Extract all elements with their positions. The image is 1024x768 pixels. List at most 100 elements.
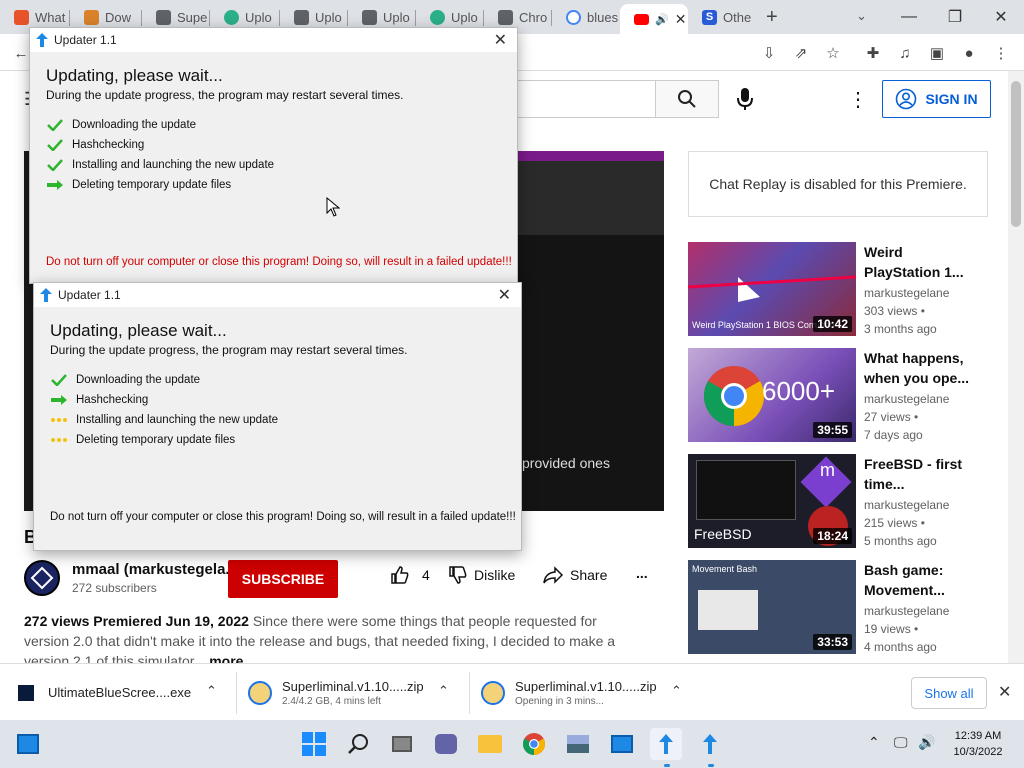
new-tab-button[interactable]: + [766,6,778,29]
dialog-close-button[interactable]: ✕ [498,285,511,305]
restore-button[interactable]: ❐ [932,0,978,34]
close-downloads-bar-icon[interactable]: ✕ [998,682,1011,702]
microphone-icon[interactable] [735,87,755,116]
bookmark-star-icon[interactable]: ☆ [822,42,844,64]
download-options-chevron-icon[interactable]: ⌃ [438,683,449,699]
search-button[interactable] [655,80,719,118]
step-label: Downloading the update [72,119,197,131]
page-scrollbar[interactable] [1008,71,1024,663]
tab-close-icon[interactable]: ✕ [675,11,687,28]
sign-in-button[interactable]: SIGN IN [882,80,991,118]
like-button[interactable]: 4 [390,565,430,585]
download-name: Superliminal.v1.10.....zip [282,678,424,694]
network-icon[interactable]: 🖵 [894,734,908,751]
tab-favicon [224,9,239,25]
share-icon[interactable]: ⇗ [790,42,812,64]
updater-taskbar-icon[interactable] [650,728,682,760]
dialog-title-bar[interactable]: Updater 1.1 [34,283,521,307]
download-item[interactable]: Superliminal.v1.10.....zip 2.4/4.2 GB, 4… [248,664,468,721]
profile-icon[interactable]: ● [958,42,980,64]
tab-search-icon[interactable]: ⌄ [856,8,867,24]
search-input[interactable] [505,80,655,118]
show-hidden-icons-chevron-icon[interactable]: ⌃ [868,734,880,751]
thumbs-down-icon [449,566,467,584]
more-actions-button[interactable]: ... [636,565,648,581]
tab-label: What [35,9,66,25]
video-duration: 18:24 [813,528,852,544]
settings-menu-icon[interactable]: ⋮ [848,87,868,112]
video-channel[interactable]: markustegelane [864,286,949,300]
taskbar-search-icon[interactable] [342,728,374,760]
video-channel[interactable]: markustegelane [864,498,949,512]
step-label: Installing and launching the new update [72,159,275,171]
video-age: 4 months ago [864,640,937,654]
minimize-button[interactable]: — [886,0,932,34]
video-views: 215 views • [864,516,925,530]
recommended-video[interactable]: Movement Bash 33:53 Bash game: Movement.… [688,560,1008,654]
recommended-video[interactable]: Weird PlayStation 1 BIOS Corruptio 10:42… [688,242,1008,336]
side-panel-icon[interactable]: ▣ [926,42,948,64]
clock[interactable]: 12:39 AM 10/3/2022 [950,728,1006,760]
close-window-button[interactable]: ✕ [978,0,1024,34]
download-options-chevron-icon[interactable]: ⌃ [206,683,217,699]
video-thumbnail[interactable]: Weird PlayStation 1 BIOS Corruptio 10:42 [688,242,856,336]
video-duration: 39:55 [813,422,852,438]
share-button[interactable]: Share [542,565,607,585]
video-description[interactable]: 272 views Premiered Jun 19, 2022 Since t… [24,611,624,663]
widgets-icon[interactable] [12,728,44,760]
file-explorer-icon[interactable] [474,728,506,760]
tab-favicon [430,9,445,25]
subscribe-button[interactable]: SUBSCRIBE [228,560,338,598]
dislike-button[interactable]: Dislike [448,565,515,585]
video-title[interactable]: FreeBSD - first time... [864,454,974,494]
show-all-downloads-button[interactable]: Show all [911,677,987,709]
volume-icon[interactable]: 🔊 [918,734,935,751]
video-thumbnail[interactable]: m FreeBSD 18:24 [688,454,856,548]
scrollbar-thumb[interactable] [1011,81,1021,227]
video-title[interactable]: Weird PlayStation 1... [864,242,974,282]
video-thumbnail[interactable]: Movement Bash 33:53 [688,560,856,654]
teams-chat-icon[interactable] [430,728,462,760]
app-window-icon[interactable] [606,728,638,760]
video-channel[interactable]: markustegelane [864,392,949,406]
download-name: UltimateBlueScree....exe [48,685,192,700]
updater-taskbar-icon[interactable] [694,728,726,760]
windows-start-icon[interactable] [298,728,330,760]
tab[interactable]: S Othe [688,4,756,30]
tab-favicon [14,9,29,25]
step-label: Hashchecking [72,139,145,151]
photos-app-icon[interactable] [562,728,594,760]
dialog-title-bar[interactable]: Updater 1.1 [30,28,517,52]
update-step: Hashchecking [46,138,144,152]
download-item[interactable]: UltimateBlueScree....exe ⌃ [18,664,236,721]
task-view-icon[interactable] [386,728,418,760]
speaker-icon[interactable]: 🔊 [655,13,669,26]
video-channel[interactable]: markustegelane [864,604,949,618]
install-app-icon[interactable]: ⇩ [758,42,780,64]
dialog-close-button[interactable]: ✕ [494,30,507,50]
video-title[interactable]: Bash game: Movement... [864,560,974,600]
extensions-icon[interactable]: ✚ [862,42,884,64]
video-thumbnail[interactable]: 6000+ 39:55 [688,348,856,442]
description-more-link[interactable]: more [209,653,243,663]
browser-menu-icon[interactable]: ⋮ [990,42,1012,64]
updater-arrow-icon [40,288,52,302]
video-title[interactable]: What happens, when you ope... [864,348,974,388]
recommended-video[interactable]: m FreeBSD 18:24 FreeBSD - first time... … [688,454,1008,548]
download-options-chevron-icon[interactable]: ⌃ [671,683,682,699]
player-top-strip [518,151,664,161]
media-control-icon[interactable]: ♫ [894,42,916,64]
download-name: Superliminal.v1.10.....zip [515,678,657,694]
channel-name[interactable]: mmaal (markustegela... [72,561,238,578]
chat-replay-box: Chat Replay is disabled for this Premier… [688,151,988,217]
recommended-video[interactable]: 6000+ 39:55 What happens, when you ope..… [688,348,1008,442]
updater-arrow-icon [36,33,48,47]
chrome-icon[interactable] [518,728,550,760]
tab[interactable]: blues [552,4,620,30]
download-item[interactable]: Superliminal.v1.10.....zip Opening in 3 … [481,664,701,721]
step-label: Deleting temporary update files [72,179,232,191]
channel-avatar[interactable] [24,560,60,596]
mouse-cursor-icon [326,196,341,222]
tab-youtube-active[interactable]: 🔊 ✕ [620,4,688,34]
thumbnail-caption: Movement Bash [692,564,758,574]
